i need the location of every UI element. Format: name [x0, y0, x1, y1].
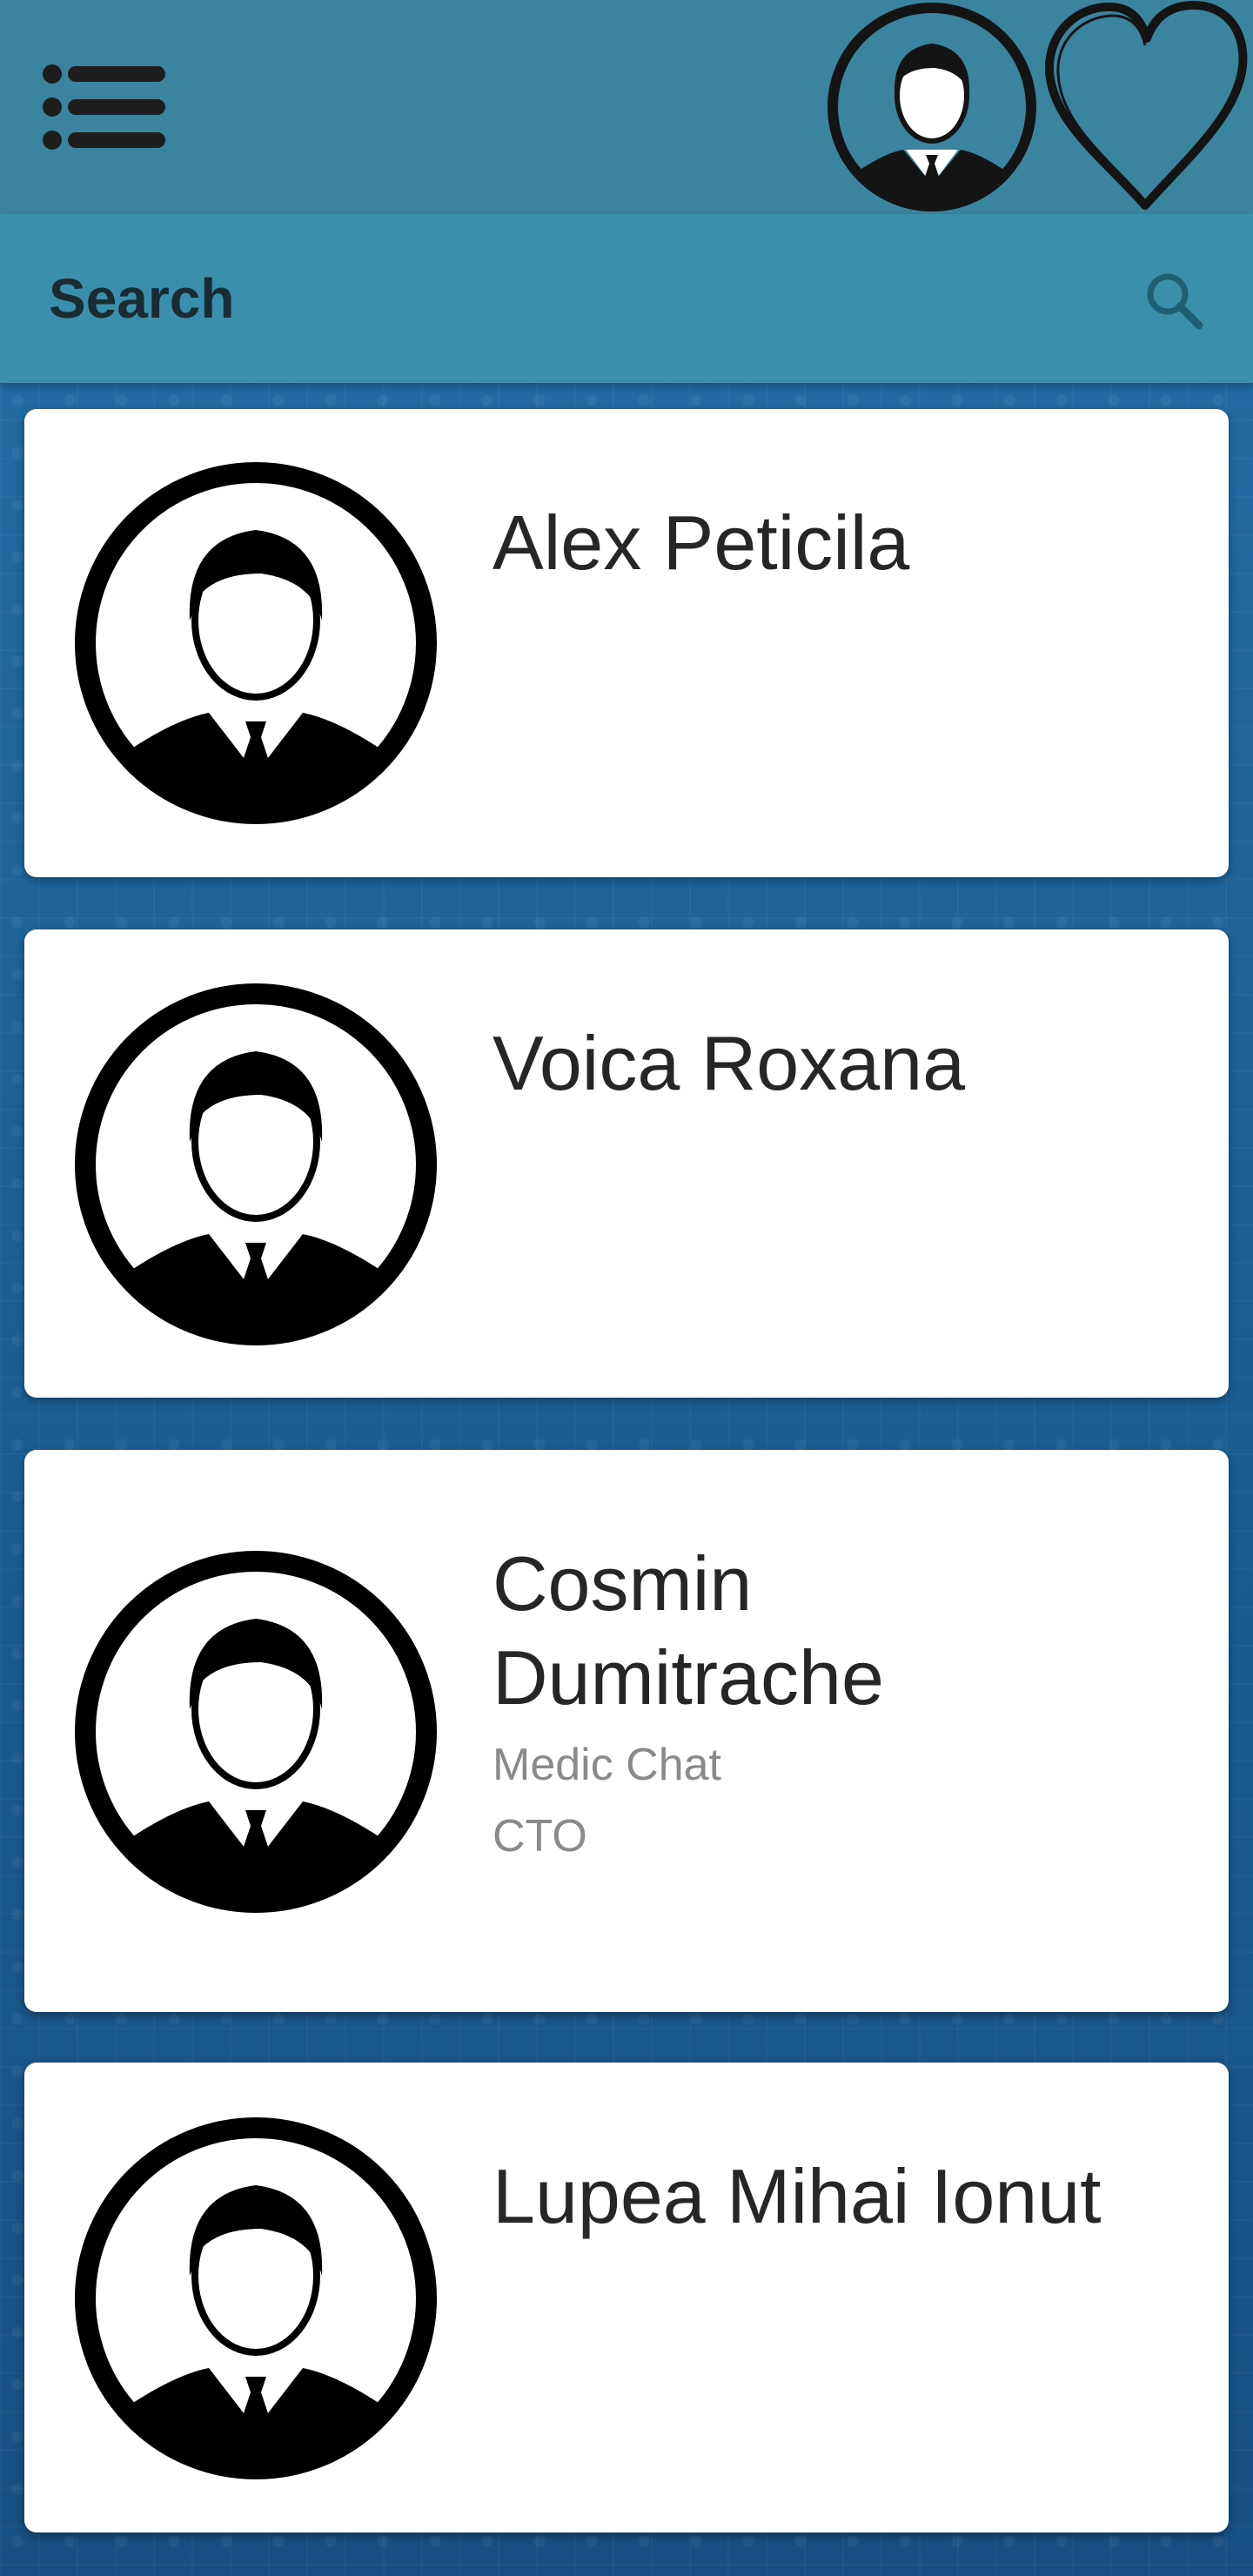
menu-list-icon: [43, 64, 165, 150]
contact-avatar-icon: [75, 462, 437, 824]
contact-company: Medic Chat: [492, 1740, 721, 1790]
heart-outline-icon: [1044, 1, 1248, 210]
user-avatar-icon: [828, 3, 1036, 211]
profile-button[interactable]: [823, 0, 1041, 214]
contact-name: Cosmin Dumitrache: [492, 1540, 884, 1721]
contact-name: Lupea Mihai Ionut: [492, 2153, 1102, 2239]
contact-avatar-icon: [75, 983, 437, 1345]
contact-name: Voica Roxana: [492, 1020, 966, 1106]
contact-card[interactable]: Lupea Mihai Ionut: [24, 2063, 1229, 2532]
contact-card[interactable]: Alex Peticila: [24, 409, 1229, 877]
favorites-button[interactable]: [1041, 0, 1253, 214]
search-input[interactable]: [0, 214, 1114, 383]
contact-avatar-icon: [75, 1551, 437, 1913]
contact-role: CTO: [492, 1811, 587, 1862]
contact-name: Alex Peticila: [492, 500, 910, 586]
menu-button[interactable]: [37, 59, 176, 155]
search-bar: [0, 214, 1253, 383]
app-bar: [0, 0, 1253, 214]
search-icon[interactable]: [1140, 266, 1209, 336]
contact-avatar-icon: [75, 2117, 437, 2479]
contact-card[interactable]: Cosmin Dumitrache Medic Chat CTO: [24, 1450, 1229, 2012]
contact-card[interactable]: Voica Roxana: [24, 929, 1229, 1398]
